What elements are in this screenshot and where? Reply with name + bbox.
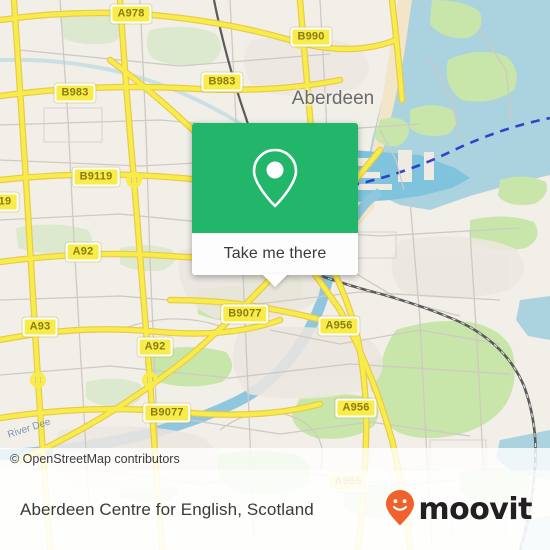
map-attribution-bar: © OpenStreetMap contributors xyxy=(0,448,550,470)
road-shield-edge-19[interactable]: 19 xyxy=(0,192,19,212)
moovit-wordmark: moovit xyxy=(418,492,532,527)
road-shield-a92[interactable]: A92 xyxy=(65,242,101,262)
road-shield-a92-south[interactable]: A92 xyxy=(137,337,173,357)
road-shield-a956[interactable]: A956 xyxy=(318,316,360,336)
road-shield-b990[interactable]: B990 xyxy=(290,27,332,47)
road-shield-a93[interactable]: A93 xyxy=(22,317,58,337)
moovit-smiley-pin-icon xyxy=(385,489,415,532)
road-shield-b9077[interactable]: B9077 xyxy=(221,304,269,324)
road-shield-a956-mid[interactable]: A956 xyxy=(335,398,377,418)
footer-bar: Aberdeen Centre for English, Scotland mo… xyxy=(0,470,550,550)
attribution-text[interactable]: © OpenStreetMap contributors xyxy=(0,452,180,466)
popup-tail-pointer xyxy=(262,274,288,287)
road-shield-b9119[interactable]: B9119 xyxy=(72,167,120,187)
place-label-aberdeen: Aberdeen xyxy=(291,88,375,109)
road-shield-a978[interactable]: A978 xyxy=(110,4,152,24)
road-shield-b9077-south[interactable]: B9077 xyxy=(143,403,191,423)
road-shield-b983[interactable]: B983 xyxy=(201,72,243,92)
road-shield-b983-west[interactable]: B983 xyxy=(54,83,96,103)
location-popup-card[interactable]: Take me there xyxy=(192,123,358,287)
location-title: Aberdeen Centre for English, Scotland xyxy=(20,500,314,519)
map-screenshot: Aberdeen River Dee A978 B990 B983 B983 B… xyxy=(0,0,550,550)
moovit-logo[interactable]: moovit xyxy=(385,489,550,532)
take-me-there-label: Take me there xyxy=(223,245,327,262)
popup-action-area[interactable]: Take me there xyxy=(192,233,358,287)
map-pin-icon xyxy=(248,145,302,211)
popup-image-area xyxy=(192,123,358,233)
